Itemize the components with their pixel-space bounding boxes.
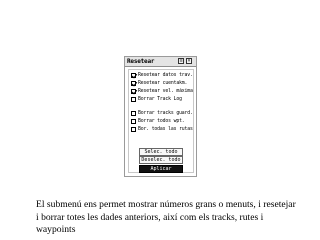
option-delete-saved-tracks[interactable]: Borrar tracks guard. bbox=[131, 110, 193, 118]
option-clear-track-log[interactable]: Borrar Track Log bbox=[131, 96, 193, 104]
close-icon[interactable]: × bbox=[186, 58, 192, 64]
title-bar: Resetear ≡ × bbox=[125, 57, 196, 67]
dialog-title: Resetear bbox=[127, 58, 155, 65]
option-reset-max-speed[interactable]: Resetear vel. máxima bbox=[131, 88, 193, 96]
option-reset-trip-data[interactable]: Resetear datos trav. bbox=[131, 72, 193, 80]
caption-text: El submenú ens permet mostrar números gr… bbox=[36, 199, 296, 235]
option-label: Borrar todos wpt. bbox=[138, 119, 185, 124]
reset-dialog: Resetear ≡ × Resetear datos trav. Resete… bbox=[124, 56, 197, 177]
menu-icon[interactable]: ≡ bbox=[178, 58, 184, 64]
option-label: Resetear cuentakm. bbox=[138, 81, 188, 86]
option-delete-all-routes[interactable]: Bor. todas las rutas bbox=[131, 126, 193, 134]
option-delete-all-waypoints[interactable]: Borrar todos wpt. bbox=[131, 118, 193, 126]
dialog-body: Resetear datos trav. Resetear cuentakm. … bbox=[128, 69, 194, 173]
checkbox-reset-odometer[interactable] bbox=[131, 81, 136, 86]
checkbox-clear-track-log[interactable] bbox=[131, 97, 136, 102]
deselect-all-button[interactable]: Deselec. todo bbox=[139, 156, 183, 164]
option-label: Borrar tracks guard. bbox=[138, 111, 193, 116]
select-all-button[interactable]: Selec. todo bbox=[139, 148, 183, 156]
checkbox-reset-max-speed[interactable] bbox=[131, 89, 136, 94]
apply-button[interactable]: Aplicar bbox=[139, 165, 183, 173]
checkbox-delete-all-waypoints[interactable] bbox=[131, 119, 136, 124]
checkbox-delete-all-routes[interactable] bbox=[131, 127, 136, 132]
option-label: Resetear datos trav. bbox=[138, 73, 193, 78]
option-reset-odometer[interactable]: Resetear cuentakm. bbox=[131, 80, 193, 88]
checkbox-reset-trip-data[interactable] bbox=[131, 73, 136, 78]
option-label: Borrar Track Log bbox=[138, 97, 182, 102]
checkbox-delete-saved-tracks[interactable] bbox=[131, 111, 136, 116]
option-label: Resetear vel. máxima bbox=[138, 89, 193, 94]
option-label: Bor. todas las rutas bbox=[138, 127, 193, 132]
